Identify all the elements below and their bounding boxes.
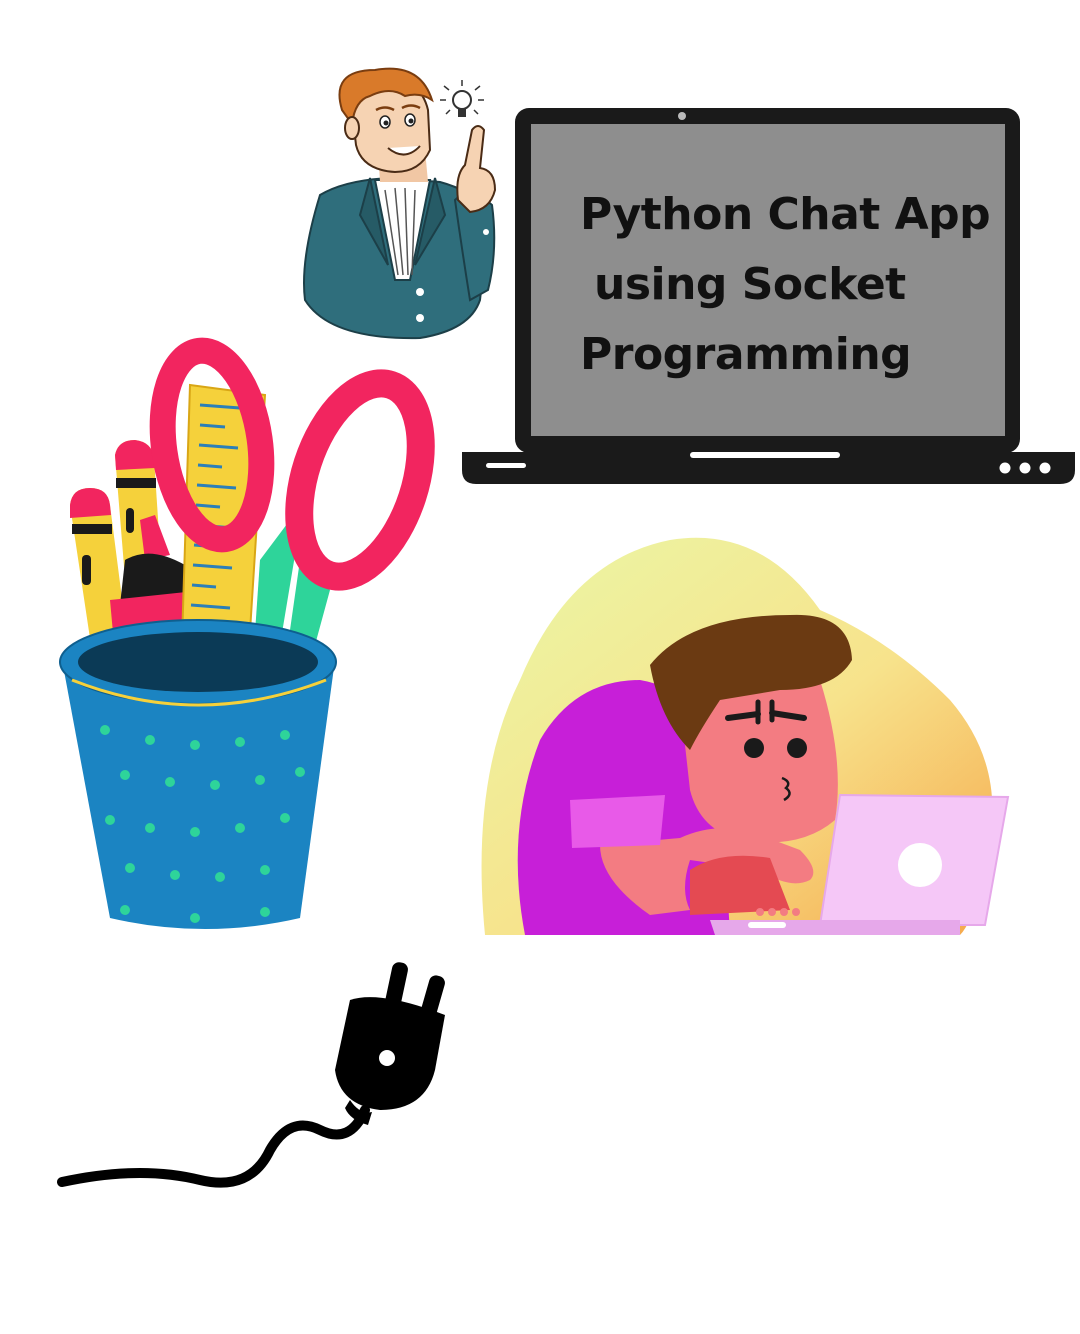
- boy-with-laptop-illustration: [481, 537, 1010, 935]
- laptop-screen-title: Python Chat App using Socket Programming: [580, 180, 1010, 390]
- cup: [59, 619, 337, 929]
- presenter-man-illustration: [303, 67, 497, 340]
- title-line-2: using Socket: [594, 259, 906, 310]
- power-plug-icon: [57, 962, 445, 1188]
- title-line-1: Python Chat App: [580, 189, 991, 240]
- lightbulb-icon: [440, 80, 484, 117]
- pencil-cup-icon: [59, 337, 435, 929]
- title-line-3: Programming: [580, 329, 912, 380]
